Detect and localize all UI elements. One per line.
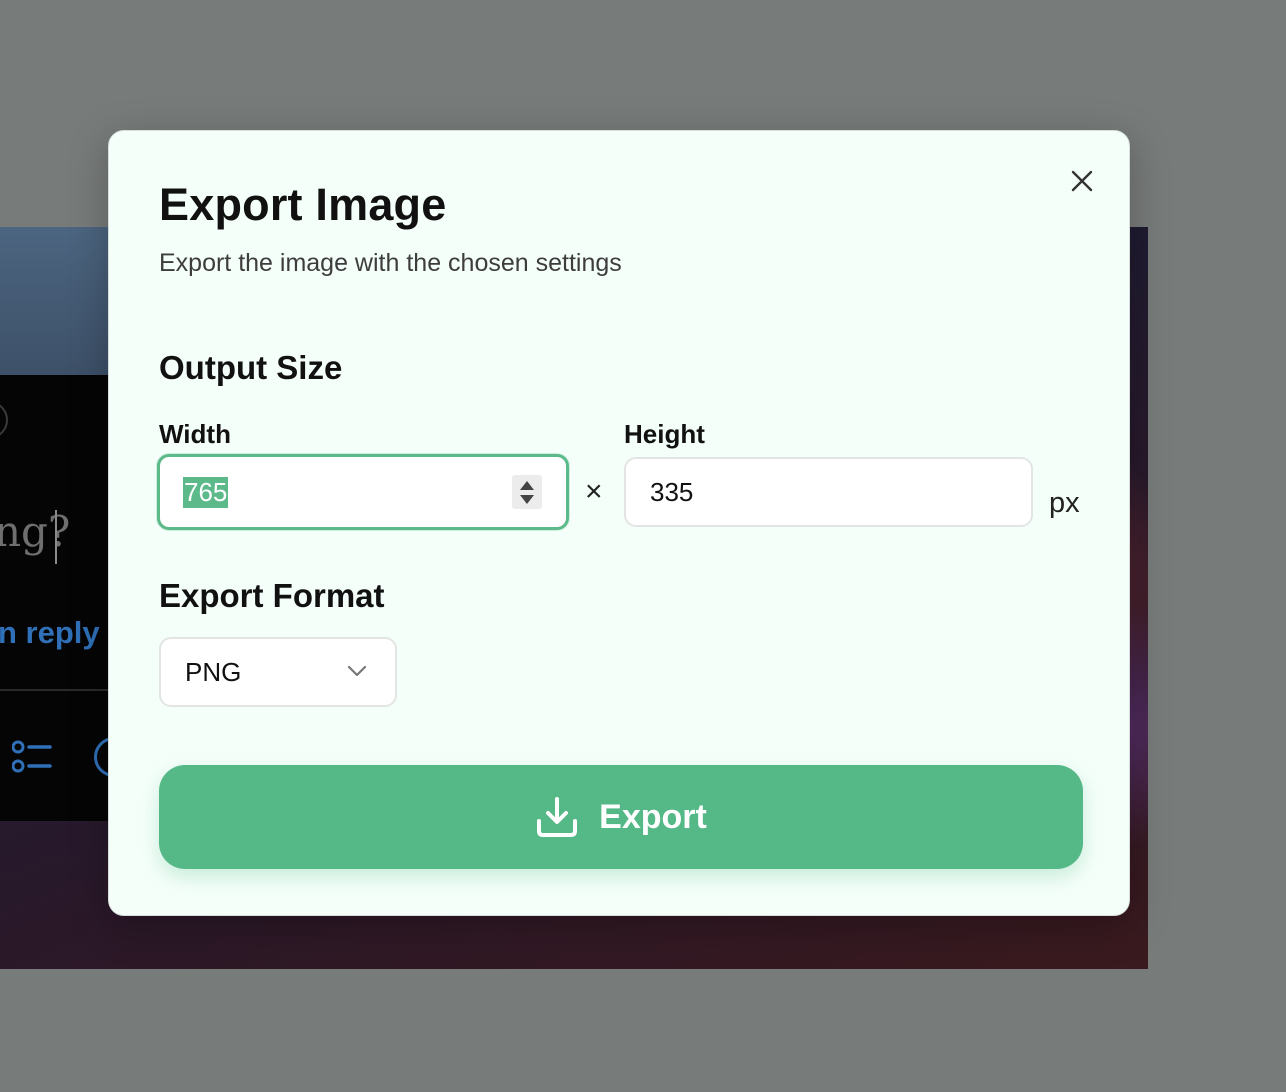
preview-tweet-card: ng? n reply <box>0 375 134 821</box>
preview-tweet-text: ng? <box>0 507 71 556</box>
list-icon <box>12 740 52 773</box>
dialog-subtitle: Export the image with the chosen setting… <box>159 249 622 277</box>
export-button[interactable]: Export <box>159 765 1083 869</box>
export-format-heading: Export Format <box>159 577 385 614</box>
close-icon <box>1071 170 1093 192</box>
output-size-heading: Output Size <box>159 349 343 386</box>
preview-text-caret <box>55 510 57 564</box>
dialog-title: Export Image <box>159 179 447 230</box>
chevron-down-icon <box>347 665 367 677</box>
dimension-separator: × <box>585 475 603 508</box>
height-value: 335 <box>650 476 694 507</box>
preview-divider <box>0 689 108 691</box>
height-input[interactable]: 335 <box>624 457 1033 527</box>
export-dialog: Export Image Export the image with the c… <box>108 130 1130 916</box>
width-label: Width <box>159 419 231 449</box>
preview-reply-link: n reply <box>0 615 100 650</box>
width-stepper[interactable] <box>512 475 542 509</box>
unit-label: px <box>1049 487 1080 519</box>
spinner-down-icon[interactable] <box>520 494 534 504</box>
height-label: Height <box>624 419 705 449</box>
download-icon <box>537 797 578 837</box>
spinner-up-icon[interactable] <box>520 480 534 490</box>
export-button-label: Export <box>599 797 707 836</box>
width-input[interactable]: 765 <box>157 454 569 530</box>
width-value: 765 <box>183 476 229 508</box>
close-button[interactable] <box>1066 165 1098 197</box>
format-select[interactable]: PNG <box>159 637 397 707</box>
preview-avatar-outline <box>0 401 8 439</box>
format-selected-value: PNG <box>185 656 242 687</box>
